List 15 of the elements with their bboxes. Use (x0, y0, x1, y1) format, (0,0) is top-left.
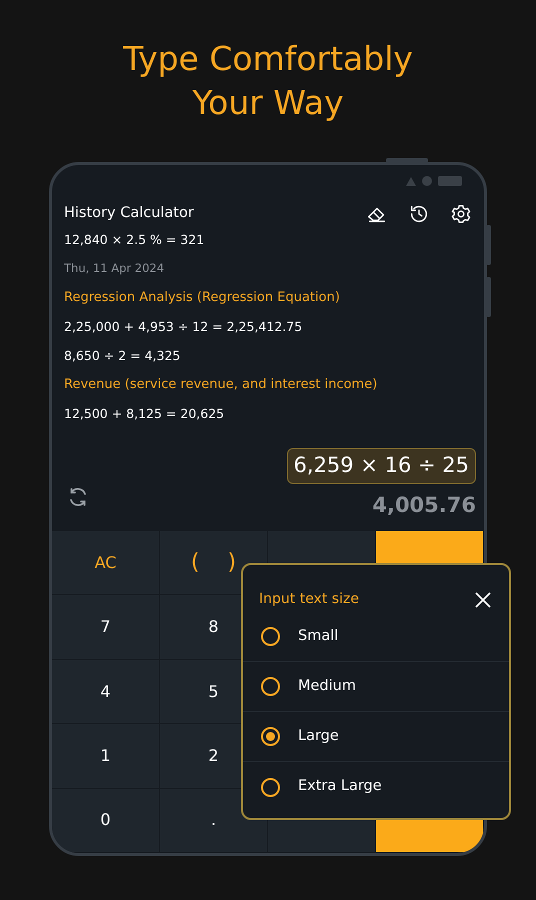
history-title: Regression Analysis (Regression Equation) (64, 289, 341, 307)
option-label: Small (298, 626, 338, 646)
history-expression: 12,840 × 2.5 % = 321 (64, 231, 206, 249)
history-date: Thu, 11 Apr 2024 (64, 260, 166, 277)
headline: Type Comfortably (122, 38, 414, 80)
history-expression: 8,650 ÷ 2 = 4,325 (64, 347, 182, 365)
option-label: Extra Large (298, 777, 382, 796)
option-label: Large (298, 726, 339, 746)
history-expression: 12,500 + 8,125 = 20,625 (64, 405, 226, 423)
option-label: Medium (298, 676, 356, 696)
app-title: History Calculator (64, 204, 195, 224)
headline: Your Way (191, 82, 345, 124)
result-text: 4,005.76 (372, 492, 476, 519)
history-title: Revenue (service revenue, and interest income) (64, 376, 378, 394)
history-expression: 2,25,000 + 4,953 ÷ 12 = 2,25,412.75 (64, 318, 304, 336)
